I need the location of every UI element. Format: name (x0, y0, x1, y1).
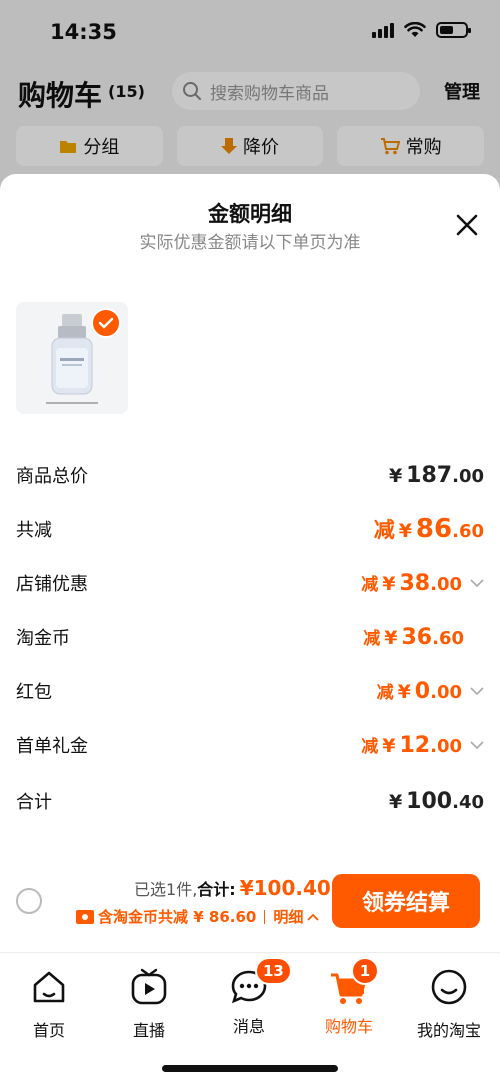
discount-text: 含淘金币共减 ¥ 86.60 (98, 908, 257, 926)
profile-icon (431, 969, 467, 1005)
coupon-icon (76, 909, 94, 924)
row-total: 合计 ¥100.40 (16, 784, 484, 818)
value-dec: .00 (430, 736, 462, 757)
home-icon (33, 971, 65, 1003)
divider (264, 909, 266, 924)
minus-prefix: 减 (361, 737, 379, 757)
row-taojinbi: 淘金币 减 ¥36.60 (16, 620, 484, 654)
tab-my-taobao[interactable]: 我的淘宝 (404, 967, 494, 1041)
row-label: 淘金币 (16, 628, 70, 649)
row-label: 商品总价 (16, 466, 88, 487)
row-first-order-gift[interactable]: 首单礼金 减 ¥12.00 (16, 728, 484, 762)
row-value: 减 ¥36.60 (363, 624, 464, 650)
value-dec: .60 (452, 521, 484, 542)
minus-prefix: 减 (376, 683, 394, 703)
selected-count: 1 (166, 880, 177, 899)
bottom-tab-bar: 首页 直播 13 消息 1 购物车 我的淘宝 (0, 952, 500, 1083)
sheet-title: 金额明细 (208, 202, 292, 226)
close-icon[interactable] (452, 210, 482, 240)
cart-badge: 1 (351, 957, 379, 985)
tab-label: 消息 (232, 1017, 265, 1036)
value-int: 187 (406, 462, 453, 488)
value-dec: .00 (430, 574, 462, 595)
row-value: ¥187.00 (389, 463, 484, 488)
row-label: 首单礼金 (16, 736, 88, 757)
select-all-radio[interactable] (16, 888, 42, 914)
detail-label: 明细 (273, 908, 304, 926)
message-badge: 13 (255, 957, 292, 985)
value-int: 38 (399, 571, 431, 596)
message-icon-wrap: 13 (229, 957, 292, 1007)
row-subtotal: 商品总价 ¥187.00 (16, 458, 484, 492)
cart-icon-wrap: 1 (329, 957, 379, 1007)
tab-messages[interactable]: 13 消息 (204, 957, 294, 1037)
tab-home[interactable]: 首页 (4, 967, 94, 1041)
row-total-discount: 共减 减 ¥86.60 (16, 512, 484, 546)
row-label: 店铺优惠 (16, 574, 88, 595)
currency-symbol: ¥ (382, 735, 396, 757)
minus-prefix: 减 (373, 518, 395, 542)
discount-detail-toggle[interactable]: 含淘金币共减 ¥ 86.60 明细 (76, 906, 319, 927)
selected-suffix: 件, (176, 880, 198, 899)
currency-symbol: ¥ (398, 520, 412, 542)
total-amount: ¥100.40 (239, 876, 331, 900)
amount-detail-sheet: 金额明细 实际优惠金额请以下单页为准 商品总价 ¥187.00 共减 减 ¥86… (0, 174, 500, 1083)
value-int: 12 (399, 733, 431, 758)
minus-prefix: 减 (361, 575, 379, 595)
product-selected-check-icon[interactable] (91, 308, 121, 338)
checkout-button[interactable]: 领券结算 (332, 874, 480, 928)
home-indicator (162, 1065, 338, 1072)
row-value: 减 ¥0.00 (377, 678, 484, 704)
value-dec: .60 (432, 628, 464, 649)
selected-prefix: 已选 (134, 880, 167, 899)
row-value: ¥100.40 (389, 789, 484, 814)
value-dec: .00 (430, 682, 462, 703)
chevron-down-icon (470, 579, 484, 588)
row-store-discount[interactable]: 店铺优惠 减 ¥38.00 (16, 566, 484, 600)
row-label: 共减 (16, 520, 52, 541)
tab-label: 我的淘宝 (416, 1021, 481, 1040)
chevron-up-icon (307, 913, 319, 921)
tab-live[interactable]: 直播 (104, 967, 194, 1041)
currency-symbol: ¥ (382, 573, 396, 595)
tab-label: 首页 (32, 1021, 65, 1040)
selected-summary: 已选 1 件, 合计: ¥100.40 (134, 876, 331, 900)
row-value: 减 ¥12.00 (361, 732, 484, 758)
tab-label: 直播 (132, 1021, 165, 1040)
row-red-packet[interactable]: 红包 减 ¥0.00 (16, 674, 484, 708)
currency-symbol: ¥ (397, 681, 411, 703)
sheet-subtitle: 实际优惠金额请以下单页为准 (139, 233, 361, 253)
currency-symbol: ¥ (388, 790, 403, 813)
tab-label: 购物车 (324, 1017, 373, 1036)
currency-symbol: ¥ (388, 464, 403, 487)
minus-prefix: 减 (363, 629, 381, 649)
chevron-down-icon (470, 687, 484, 696)
value-int: 0 (414, 679, 431, 704)
row-value: 减 ¥86.60 (374, 514, 484, 544)
live-icon (131, 968, 167, 1005)
chevron-down-icon (470, 741, 484, 750)
currency-symbol: ¥ (384, 627, 398, 649)
tab-cart[interactable]: 1 购物车 (304, 957, 394, 1037)
row-label: 红包 (16, 682, 52, 703)
checkout-bar: 已选 1 件, 合计: ¥100.40 含淘金币共减 ¥ 86.60 明细 领券结算 (0, 864, 500, 952)
value-dec: .00 (452, 465, 484, 487)
row-value: 减 ¥38.00 (361, 570, 484, 596)
value-int: 100 (406, 788, 453, 814)
value-int: 36 (401, 625, 433, 650)
value-dec: .40 (452, 791, 484, 813)
value-int: 86 (415, 514, 453, 544)
total-label: 合计: (197, 880, 236, 899)
row-label: 合计 (16, 792, 52, 813)
